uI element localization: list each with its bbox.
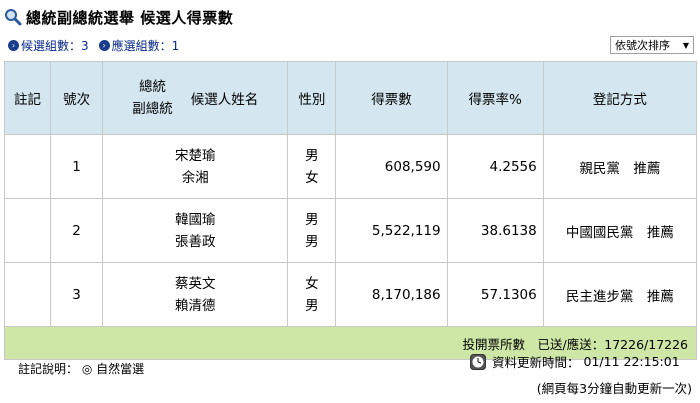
number-cell: 1 <box>50 134 104 199</box>
sort-order-select[interactable]: 依號次排序 ▼ <box>610 36 694 54</box>
header-role-vice: 副總統 <box>132 101 173 117</box>
header-registration: 登記方式 <box>542 61 698 135</box>
header-rate: 得票率% <box>446 61 544 135</box>
results-table: 註記 號次 總統 副總統 候選人姓名 性別 得票數 得票率% 登記方式 1 宋楚… <box>3 61 698 360</box>
page-title-bar: 總統副總統選舉 候選人得票數 <box>4 6 233 28</box>
rate-cell: 4.2556 <box>446 134 544 199</box>
note-cell <box>3 262 52 327</box>
header-candidate: 總統 副總統 候選人姓名 <box>102 61 289 135</box>
vice-gender: 男 <box>305 297 319 314</box>
update-label: 資料更新時間： <box>492 355 580 370</box>
legend-note: 註記說明： ◎ 自然當選 <box>18 360 144 377</box>
president-gender: 男 <box>305 147 319 164</box>
president-gender: 男 <box>305 211 319 228</box>
header-gender: 性別 <box>287 61 337 135</box>
vice-gender: 男 <box>305 233 319 250</box>
vice-name: 余湘 <box>181 169 209 186</box>
bullet-icon: › <box>8 40 19 51</box>
table-row: 1 宋楚瑜 余湘 男 女 608,590 4.2556 親民黨 推薦 <box>3 134 698 199</box>
candidate-cell: 宋楚瑜 余湘 <box>102 134 289 199</box>
president-gender: 女 <box>305 275 319 292</box>
table-header-row: 註記 號次 總統 副總統 候選人姓名 性別 得票數 得票率% 登記方式 <box>3 61 698 135</box>
candidate-cell: 韓國瑜 張善政 <box>102 198 289 263</box>
chevron-down-icon: ▼ <box>682 40 689 50</box>
registration-cell: 中國國民黨 推薦 <box>542 198 698 263</box>
number-cell: 2 <box>50 198 104 263</box>
update-time: 01/11 22:15:01 <box>583 354 680 369</box>
vice-name: 張善政 <box>175 233 216 250</box>
gender-cell: 女 男 <box>287 262 337 327</box>
sort-select-value: 依號次排序 <box>615 39 670 52</box>
table-row: 2 韓國瑜 張善政 男 男 5,522,119 38.6138 中國國民黨 推薦 <box>3 198 698 263</box>
president-name: 宋楚瑜 <box>175 147 216 164</box>
candidate-count-value: 3 <box>81 38 89 53</box>
candidate-count-label: 候選組數： <box>21 39 82 53</box>
votes-cell: 5,522,119 <box>335 198 448 263</box>
clock-icon <box>470 353 486 370</box>
candidate-cell: 蔡英文 賴清德 <box>102 262 289 327</box>
auto-refresh-note: (網頁每3分鐘自動更新一次) <box>536 381 692 396</box>
search-icon <box>5 9 22 26</box>
elected-count-value: 1 <box>171 38 180 53</box>
vice-name: 賴清德 <box>175 297 216 314</box>
note-cell <box>3 198 52 263</box>
header-role-president: 總統 <box>139 79 166 95</box>
note-cell <box>3 134 52 199</box>
president-name: 蔡英文 <box>175 275 216 292</box>
header-name: 候選人姓名 <box>190 92 259 108</box>
gender-cell: 男 男 <box>287 198 337 263</box>
rate-cell: 38.6138 <box>446 198 544 263</box>
bullet-icon: › <box>98 40 110 51</box>
elected-count-label: 應選組數： <box>111 39 172 53</box>
legend-item: ◎ 自然當選 <box>81 362 145 376</box>
registration-cell: 親民黨 推薦 <box>542 134 698 199</box>
number-cell: 3 <box>50 262 104 327</box>
rate-cell: 57.1306 <box>446 262 544 327</box>
header-votes: 得票數 <box>335 61 448 135</box>
vice-gender: 女 <box>305 169 319 186</box>
votes-cell: 608,590 <box>335 134 448 199</box>
gender-cell: 男 女 <box>287 134 337 199</box>
table-row: 3 蔡英文 賴清德 女 男 8,170,186 57.1306 民主進步黨 推薦 <box>3 262 698 327</box>
summary-row: › 候選組數： 3 › 應選組數： 1 <box>8 37 179 54</box>
page-title: 總統副總統選舉 候選人得票數 <box>26 8 234 27</box>
update-time-row: 資料更新時間： 01/11 22:15:01 <box>470 352 680 371</box>
legend-label: 註記說明： <box>18 362 79 376</box>
header-number: 號次 <box>50 61 104 135</box>
votes-cell: 8,170,186 <box>335 262 448 327</box>
header-note: 註記 <box>3 61 52 135</box>
president-name: 韓國瑜 <box>175 211 216 228</box>
registration-cell: 民主進步黨 推薦 <box>542 262 698 327</box>
